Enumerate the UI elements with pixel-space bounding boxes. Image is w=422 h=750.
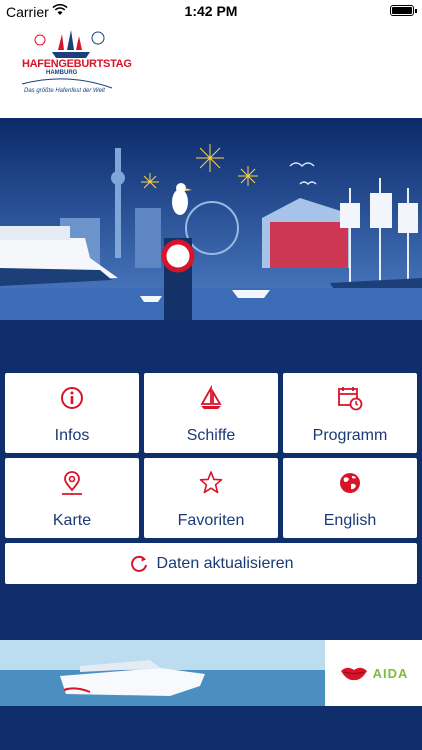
aida-lips-icon xyxy=(340,667,367,681)
info-icon xyxy=(5,385,139,411)
star-icon xyxy=(144,470,278,496)
menu-tile-favoriten[interactable]: Favoriten xyxy=(144,458,278,538)
globe-icon xyxy=(283,470,417,496)
menu-tile-karte[interactable]: Karte xyxy=(5,458,139,538)
aida-logo: AIDA xyxy=(325,640,422,706)
refresh-data-button[interactable]: Daten aktualisieren xyxy=(5,543,417,584)
menu-tile-label: Schiffe xyxy=(186,427,236,444)
aida-brand-text: AIDA xyxy=(372,665,409,681)
menu-tile-label: Favoriten xyxy=(177,512,245,529)
map-pin-icon xyxy=(5,470,139,496)
refresh-label: Daten aktualisieren xyxy=(156,554,294,572)
menu-tile-schiffe[interactable]: Schiffe xyxy=(144,373,278,453)
logo-title: HAFENGEBURTSTAG xyxy=(22,58,132,70)
menu-tile-label: Programm xyxy=(312,427,388,444)
menu-tile-label: English xyxy=(323,512,377,529)
menu-tile-programm[interactable]: Programm xyxy=(283,373,417,453)
menu-tile-label: Karte xyxy=(52,512,92,529)
logo-subtitle: HAMBURG xyxy=(46,70,78,76)
main-menu: Infos Schiffe Programm Karte Favoriten E… xyxy=(0,320,422,640)
cruise-ship-ad-image xyxy=(0,640,325,706)
calendar-clock-icon xyxy=(283,385,417,411)
app-header: HAFENGEBURTSTAG HAMBURG Das größte Hafen… xyxy=(0,22,422,150)
refresh-icon xyxy=(130,555,147,572)
clock: 1:42 PM xyxy=(184,3,238,19)
bottom-bar xyxy=(0,706,422,750)
hamburg-harbor-illustration xyxy=(0,118,422,320)
hafengeburtstag-logo: HAFENGEBURTSTAG HAMBURG Das größte Hafen… xyxy=(12,28,132,112)
menu-tile-label: Infos xyxy=(54,427,90,444)
status-bar: Carrier 1:42 PM xyxy=(0,0,422,22)
sailboat-icon xyxy=(144,385,278,411)
menu-tile-infos[interactable]: Infos xyxy=(5,373,139,453)
menu-tile-english[interactable]: English xyxy=(283,458,417,538)
logo-tagline: Das größte Hafenfest der Welt xyxy=(24,88,105,94)
aida-ad-banner[interactable]: AIDA xyxy=(0,640,422,706)
home-indicator[interactable] xyxy=(144,736,278,741)
battery-icon xyxy=(390,5,417,16)
